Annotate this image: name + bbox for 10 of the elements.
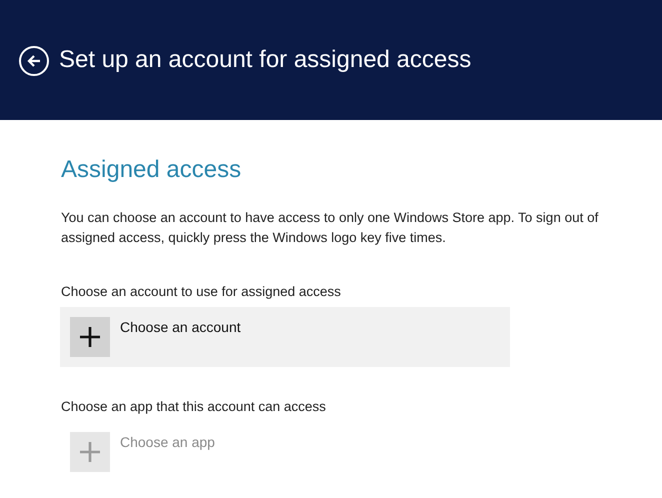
description-text: You can choose an account to have access to only one Windows Store app. To sign out of assigned access, quickly press the Windows logo key five times. bbox=[61, 209, 600, 247]
field-label: Choose an account to use for assigned access bbox=[61, 284, 342, 299]
section-heading: Assigned access bbox=[61, 156, 242, 184]
plus-icon bbox=[80, 327, 100, 347]
back-arrow-icon bbox=[26, 53, 42, 69]
picker-button[interactable]: Choose an account bbox=[60, 307, 510, 367]
back-button[interactable] bbox=[19, 46, 49, 76]
field-label: Choose an app that this account can access bbox=[61, 399, 327, 414]
plus-icon bbox=[80, 442, 100, 462]
page-title: Set up an account for assigned access bbox=[59, 46, 472, 74]
